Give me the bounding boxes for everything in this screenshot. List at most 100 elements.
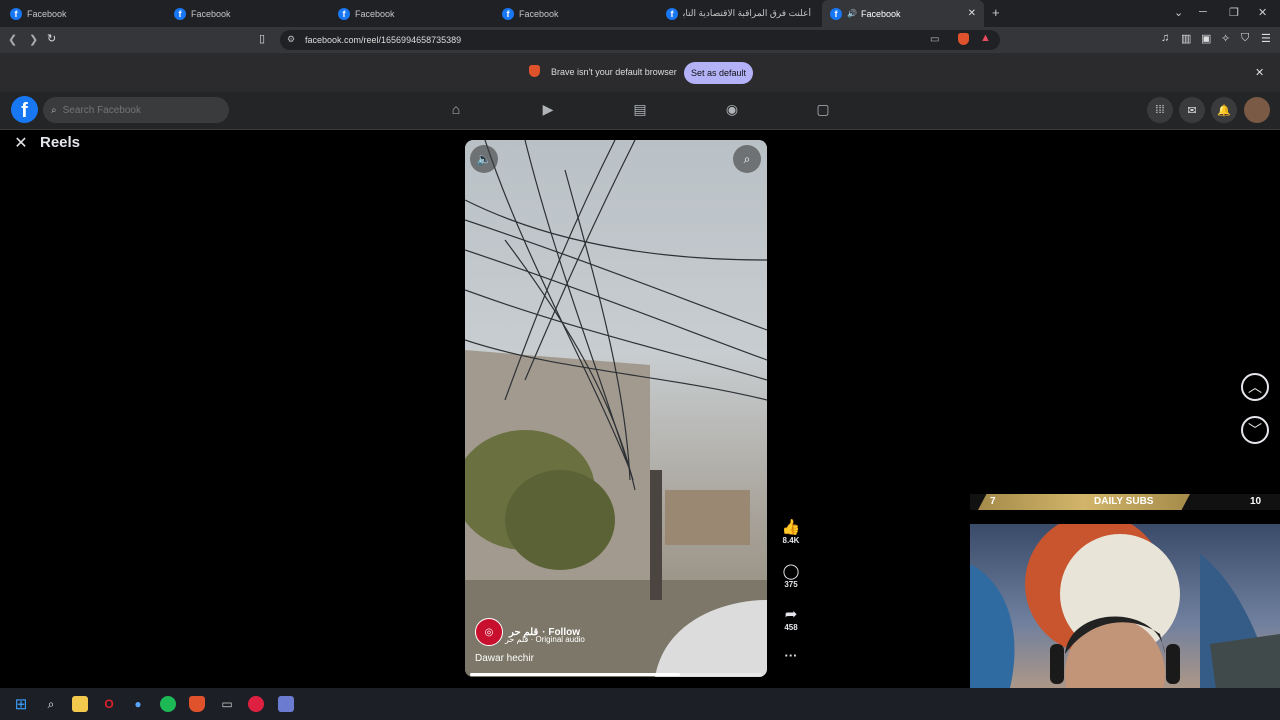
cast-icon[interactable]: ▭ bbox=[930, 34, 939, 45]
default-browser-infobar: Brave isn't your default browser ✕ bbox=[0, 53, 1280, 92]
media-icon[interactable]: ♫ bbox=[1161, 32, 1169, 44]
brave-shields-icon[interactable] bbox=[958, 33, 969, 45]
notifications-icon[interactable]: 🔔 bbox=[1211, 97, 1237, 123]
video-search-icon[interactable]: ⌕ bbox=[733, 145, 761, 173]
search-icon: ⌕ bbox=[51, 104, 57, 116]
infobar-message: Brave isn't your default browser bbox=[551, 67, 677, 77]
close-infobar-icon[interactable]: ✕ bbox=[1255, 66, 1264, 79]
browser-tab[interactable]: f Facebook bbox=[328, 0, 492, 27]
calculator-icon[interactable] bbox=[278, 696, 294, 712]
brave-taskbar-icon[interactable] bbox=[189, 696, 205, 712]
minimize-icon[interactable]: ─ bbox=[1199, 6, 1207, 18]
facebook-header: f ⌕ ⌂ ▶ ▤ ◉ ▢ ⁞⁞⁞ ✉ 🔔 bbox=[0, 92, 1280, 130]
spotify-icon[interactable] bbox=[160, 696, 176, 712]
windows-start-icon[interactable]: ⊞ bbox=[13, 696, 29, 713]
previous-reel-icon[interactable]: ︿ bbox=[1241, 373, 1269, 401]
next-reel-icon[interactable]: ﹀ bbox=[1241, 416, 1269, 444]
video-icon[interactable]: ▶ bbox=[539, 100, 557, 118]
menu-grid-icon[interactable]: ⁞⁞⁞ bbox=[1147, 97, 1173, 123]
browser-tab[interactable]: f Facebook bbox=[0, 0, 164, 27]
facebook-logo[interactable]: f bbox=[11, 96, 38, 123]
comment-action[interactable]: ◯ 375 bbox=[778, 562, 804, 589]
video-scene bbox=[465, 140, 767, 677]
video-progress-bar[interactable] bbox=[470, 673, 762, 676]
sidebar-icon[interactable]: ▥ bbox=[1181, 32, 1191, 45]
mute-icon[interactable]: 🔈 bbox=[470, 145, 498, 173]
wallet-icon[interactable]: ▣ bbox=[1201, 32, 1211, 45]
subs-banner bbox=[978, 494, 1190, 510]
vpn-icon[interactable]: ⛉ bbox=[1241, 32, 1249, 45]
browser-tab[interactable]: f أعلنت فرق المراقبة الاقتصادية التابعة.… bbox=[656, 0, 820, 27]
facebook-favicon-icon: f bbox=[830, 7, 842, 20]
app-red-icon[interactable] bbox=[248, 696, 264, 712]
facebook-favicon-icon: f bbox=[502, 7, 514, 20]
bookmark-icon[interactable]: ▯ bbox=[259, 32, 265, 45]
subs-title: DAILY SUBS bbox=[1094, 496, 1154, 507]
facebook-favicon-icon: f bbox=[174, 7, 186, 20]
tab-search-icon[interactable]: ⌄ bbox=[1174, 6, 1183, 19]
file-explorer-icon[interactable] bbox=[72, 696, 88, 712]
reels-title: Reels bbox=[40, 134, 81, 151]
app-icon[interactable]: ● bbox=[130, 696, 146, 712]
browser-tab[interactable]: f Facebook bbox=[164, 0, 328, 27]
restore-icon[interactable]: ❐ bbox=[1229, 6, 1239, 19]
facebook-favicon-icon: f bbox=[666, 7, 678, 20]
like-action[interactable]: 👍 8.4K bbox=[778, 518, 804, 545]
comment-icon: ◯ bbox=[782, 563, 800, 580]
subs-left-count: 7 bbox=[990, 496, 996, 507]
browser-tab[interactable]: f Facebook bbox=[492, 0, 656, 27]
taskbar-search-icon[interactable]: ⌕ bbox=[43, 696, 59, 712]
facebook-favicon-icon: f bbox=[10, 7, 22, 20]
tab-strip: f Facebook f Facebook f Facebook f Faceb… bbox=[0, 0, 1280, 27]
close-tab-icon[interactable]: ✕ bbox=[968, 8, 976, 19]
tab-title: Facebook bbox=[355, 8, 395, 19]
close-window-icon[interactable]: ✕ bbox=[1258, 6, 1267, 19]
messenger-icon[interactable]: ✉ bbox=[1179, 97, 1205, 123]
speaker-icon: 🔊 bbox=[847, 9, 857, 18]
subs-right-count: 10 bbox=[1250, 496, 1262, 507]
video-progress-fill bbox=[470, 673, 681, 676]
brave-rewards-icon[interactable]: ▲ bbox=[980, 32, 991, 44]
daily-subs-bar: 7 DAILY SUBS 10 bbox=[970, 494, 1280, 510]
share-count: 458 bbox=[784, 623, 798, 632]
tab-title: Facebook bbox=[191, 8, 231, 19]
more-options-icon[interactable]: ··· bbox=[778, 648, 804, 663]
tab-title: Facebook bbox=[860, 8, 901, 19]
like-icon: 👍 bbox=[781, 519, 801, 536]
reel-video[interactable]: 🔈 ⌕ ◎ قلم حر · Follow قلم حر · Original … bbox=[465, 140, 767, 677]
feeds-icon[interactable]: ▤ bbox=[631, 100, 649, 118]
brave-logo-icon bbox=[529, 65, 540, 77]
tab-title: أعلنت فرق المراقبة الاقتصادية التابعة... bbox=[683, 8, 811, 18]
profile-avatar[interactable] bbox=[1244, 97, 1270, 123]
app-window-icon[interactable]: ▭ bbox=[219, 696, 235, 712]
leo-ai-icon[interactable]: ✧ bbox=[1221, 32, 1230, 45]
browser-toolbar: ❮ ❯ ↻ ▯ ⚙ facebook.com/reel/165699465873… bbox=[0, 27, 1280, 53]
reload-icon[interactable]: ↻ bbox=[47, 32, 56, 45]
gaming-icon[interactable]: ▢ bbox=[814, 100, 832, 118]
facebook-favicon-icon: f bbox=[338, 7, 350, 20]
like-count: 8.4K bbox=[782, 536, 800, 545]
opera-icon[interactable]: O bbox=[101, 696, 117, 712]
comment-count: 375 bbox=[784, 580, 798, 589]
forward-icon[interactable]: ❯ bbox=[29, 33, 38, 46]
search-box[interactable]: ⌕ bbox=[43, 97, 229, 123]
browser-tab-active[interactable]: f 🔊 Facebook ✕ bbox=[822, 0, 984, 27]
tab-title: Facebook bbox=[519, 8, 559, 19]
share-action[interactable]: ➦ 458 bbox=[778, 605, 804, 632]
site-info-icon[interactable]: ⚙ bbox=[287, 34, 295, 45]
reel-caption: Dawar hechir bbox=[475, 653, 534, 664]
address-bar[interactable]: ⚙ facebook.com/reel/1656994658735389 ▭ ▲ bbox=[280, 30, 1000, 50]
owner-avatar[interactable]: ◎ bbox=[475, 618, 503, 646]
audio-label[interactable]: قلم حر · Original audio bbox=[505, 635, 585, 644]
set-as-default-button[interactable]: Set as default bbox=[684, 62, 753, 84]
url-text: facebook.com/reel/1656994658735389 bbox=[305, 35, 462, 45]
close-reels-icon[interactable]: ✕ bbox=[10, 132, 32, 154]
menu-icon[interactable]: ☰ bbox=[1261, 32, 1271, 45]
home-icon[interactable]: ⌂ bbox=[447, 100, 465, 118]
tab-title: Facebook bbox=[27, 8, 67, 19]
search-input[interactable] bbox=[60, 103, 215, 117]
new-tab-button[interactable]: + bbox=[992, 5, 1000, 20]
back-icon[interactable]: ❮ bbox=[8, 33, 17, 46]
groups-icon[interactable]: ◉ bbox=[723, 100, 741, 118]
share-icon: ➦ bbox=[784, 606, 798, 623]
